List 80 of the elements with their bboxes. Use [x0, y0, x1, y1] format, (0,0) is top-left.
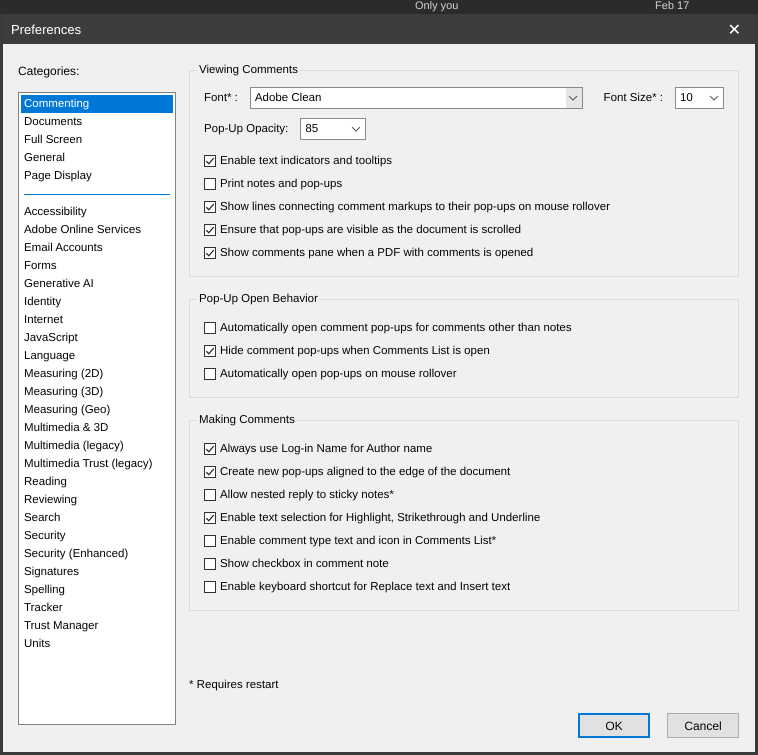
checkbox[interactable]: [204, 224, 216, 236]
checkbox-label: Automatically open comment pop-ups for comments other than notes: [220, 322, 572, 334]
category-item[interactable]: Security (Enhanced): [21, 545, 173, 563]
category-item[interactable]: Page Display: [21, 167, 173, 185]
checkbox[interactable]: [204, 322, 216, 334]
section-title: Pop-Up Open Behavior: [197, 292, 320, 306]
checkbox-label: Hide comment pop-ups when Comments List is open: [220, 344, 490, 356]
category-item[interactable]: Trust Manager: [21, 617, 173, 635]
category-item[interactable]: Adobe Online Services: [21, 221, 173, 239]
background-text: Feb 17: [655, 0, 690, 13]
category-item[interactable]: Units: [21, 635, 173, 653]
category-item[interactable]: Reviewing: [21, 491, 173, 509]
field-label: Pop-Up Opacity:: [204, 123, 288, 135]
category-item[interactable]: Tracker: [21, 599, 173, 617]
categories-label: Categories:: [18, 63, 80, 80]
category-item[interactable]: Reading: [21, 473, 173, 491]
checkbox[interactable]: [204, 580, 216, 592]
category-item[interactable]: Multimedia & 3D: [21, 419, 173, 437]
field-label: Font Size* :: [604, 92, 663, 104]
checkbox-label: Always use Log-in Name for Author name: [220, 442, 432, 454]
checkbox[interactable]: [204, 488, 216, 500]
close-button[interactable]: ✕: [724, 20, 745, 38]
checkbox-label: Enable comment type text and icon in Comments List*: [220, 534, 496, 546]
category-item[interactable]: Language: [21, 347, 173, 365]
checkbox-label: Enable text selection for Highlight, Strikethrough and Underline: [220, 512, 540, 524]
field-label: Font* :: [204, 92, 238, 104]
checkbox-label: Print notes and pop-ups: [220, 178, 342, 190]
category-item[interactable]: Commenting: [21, 95, 173, 113]
checkbox-label: Show comments pane when a PDF with comments is opened: [220, 246, 534, 258]
category-item[interactable]: Documents: [21, 113, 173, 131]
ok-button[interactable]: OK: [578, 713, 650, 738]
checkbox-label: Enable keyboard shortcut for Replace text and Insert text: [220, 580, 510, 592]
category-item[interactable]: Spelling: [21, 581, 173, 599]
window-title: Preferences: [11, 22, 82, 36]
category-item[interactable]: Forms: [21, 257, 173, 275]
category-item[interactable]: Measuring (Geo): [21, 401, 173, 419]
category-item[interactable]: Identity: [21, 293, 173, 311]
category-item[interactable]: JavaScript: [21, 329, 173, 347]
checkbox[interactable]: [204, 344, 216, 356]
checkbox-label: Show checkbox in comment note: [220, 558, 389, 570]
dropdown[interactable]: Adobe Clean: [250, 87, 583, 109]
category-item[interactable]: Full Screen: [21, 131, 173, 149]
checkbox[interactable]: [204, 246, 216, 258]
category-item[interactable]: Multimedia (legacy): [21, 437, 173, 455]
category-item[interactable]: Signatures: [21, 563, 173, 581]
checkbox-label: Show lines connecting comment markups to their pop-ups on mouse rollover: [220, 200, 610, 212]
checkbox[interactable]: [204, 368, 216, 380]
section-title: Viewing Comments: [197, 63, 300, 77]
category-item[interactable]: General: [21, 149, 173, 167]
category-item[interactable]: Measuring (3D): [21, 383, 173, 401]
category-item[interactable]: Security: [21, 527, 173, 545]
category-item[interactable]: Accessibility: [21, 203, 173, 221]
category-item[interactable]: Measuring (2D): [21, 365, 173, 383]
category-item[interactable]: Generative AI: [21, 275, 173, 293]
checkbox[interactable]: [204, 178, 216, 190]
checkbox[interactable]: [204, 442, 216, 454]
chevron-down-icon: [709, 95, 719, 101]
cancel-button[interactable]: Cancel: [667, 713, 739, 738]
category-item[interactable]: Search: [21, 509, 173, 527]
checkbox[interactable]: [204, 466, 216, 478]
category-item[interactable]: Internet: [21, 311, 173, 329]
checkbox[interactable]: [204, 534, 216, 546]
checkbox-label: Create new pop-ups aligned to the edge of the document: [220, 466, 510, 478]
chevron-down-icon: [568, 95, 578, 101]
footnote: * Requires restart: [189, 679, 280, 693]
dropdown[interactable]: 85: [300, 118, 366, 140]
section-title: Making Comments: [197, 413, 297, 427]
background-text: Only you: [415, 0, 458, 13]
checkbox-label: Allow nested reply to sticky notes*: [220, 488, 394, 500]
dropdown[interactable]: 10: [675, 87, 724, 109]
checkbox[interactable]: [204, 558, 216, 570]
checkbox[interactable]: [204, 200, 216, 212]
checkbox-label: Automatically open pop-ups on mouse rollover: [220, 368, 457, 380]
category-item[interactable]: Email Accounts: [21, 239, 173, 257]
checkbox-label: Ensure that pop-ups are visible as the document is scrolled: [220, 224, 522, 236]
chevron-down-icon: [351, 126, 362, 132]
category-item[interactable]: Multimedia Trust (legacy): [21, 455, 173, 473]
checkbox-label: Enable text indicators and tooltips: [220, 154, 392, 166]
checkbox[interactable]: [204, 154, 216, 166]
checkbox[interactable]: [204, 512, 216, 524]
